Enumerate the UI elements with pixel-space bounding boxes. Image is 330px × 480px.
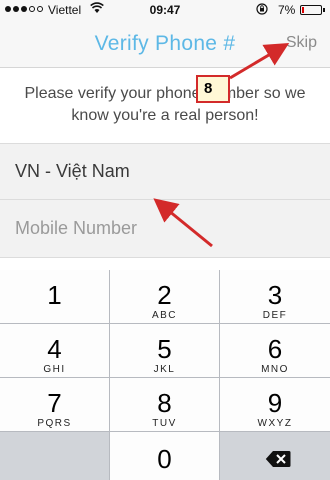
delete-key[interactable] bbox=[220, 432, 330, 480]
key-9[interactable]: 9 WXYZ bbox=[220, 378, 330, 432]
key-2[interactable]: 2 ABC bbox=[110, 270, 220, 324]
rotation-lock-icon bbox=[256, 3, 268, 15]
key-digit: 0 bbox=[157, 444, 172, 474]
backspace-icon bbox=[265, 451, 291, 467]
status-bar: Viettel 09:47 7% bbox=[0, 0, 330, 20]
navigation-bar: Verify Phone # Skip bbox=[0, 20, 330, 68]
mobile-number-row bbox=[0, 200, 330, 258]
key-4[interactable]: 4 GHI bbox=[0, 324, 110, 378]
key-blank bbox=[0, 432, 110, 480]
key-letters: TUV bbox=[152, 418, 177, 429]
key-digit: 7 bbox=[47, 388, 62, 418]
country-selector[interactable]: VN - Việt Nam bbox=[0, 144, 330, 200]
key-digit: 4 bbox=[47, 334, 62, 364]
key-digit: 1 bbox=[47, 280, 62, 310]
key-digit: 2 bbox=[157, 280, 172, 310]
key-6[interactable]: 6 MNO bbox=[220, 324, 330, 378]
key-digit: 8 bbox=[157, 388, 172, 418]
key-digit: 9 bbox=[267, 388, 283, 418]
key-letters: JKL bbox=[153, 364, 176, 375]
key-0[interactable]: 0 bbox=[110, 432, 220, 480]
key-7[interactable]: 7 PQRS bbox=[0, 378, 110, 432]
numeric-keypad: 1 2 ABC 3 DEF 4 GHI 5 JKL 6 MNO 7 PQRS 8… bbox=[0, 270, 330, 480]
mobile-number-input[interactable] bbox=[15, 214, 315, 242]
step-number-badge: 8 bbox=[196, 75, 230, 103]
page-title: Verify Phone # bbox=[94, 32, 236, 55]
key-3[interactable]: 3 DEF bbox=[220, 270, 330, 324]
key-digit: 5 bbox=[157, 334, 172, 364]
battery-icon bbox=[300, 5, 325, 15]
key-letters: PQRS bbox=[37, 418, 72, 429]
key-letters: MNO bbox=[261, 364, 289, 375]
key-letters: DEF bbox=[262, 310, 288, 321]
key-digit: 6 bbox=[267, 334, 283, 364]
key-letters: ABC bbox=[151, 310, 178, 321]
key-letters: GHI bbox=[43, 364, 66, 375]
key-letters: WXYZ bbox=[257, 418, 293, 429]
key-8[interactable]: 8 TUV bbox=[110, 378, 220, 432]
key-digit: 3 bbox=[267, 280, 283, 310]
key-5[interactable]: 5 JKL bbox=[110, 324, 220, 378]
battery-percent: 7% bbox=[278, 3, 296, 17]
skip-button[interactable]: Skip bbox=[286, 34, 317, 52]
instruction-text: Please verify your phone number so we kn… bbox=[0, 68, 330, 144]
key-1[interactable]: 1 bbox=[0, 270, 110, 324]
